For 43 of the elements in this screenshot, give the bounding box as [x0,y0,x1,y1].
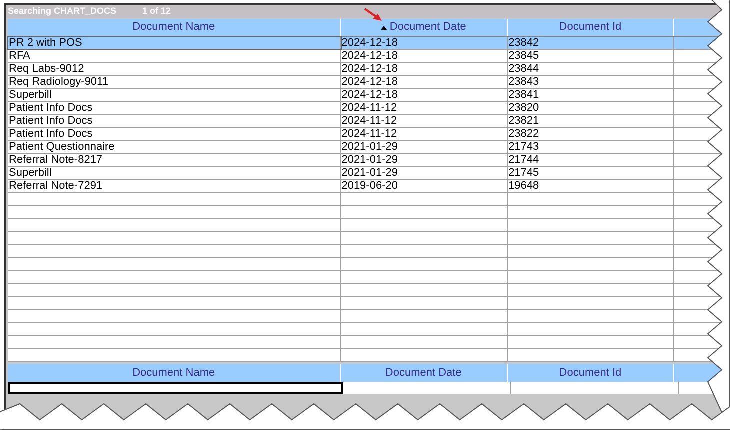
table-cell: 2024-12-18 [340,76,508,88]
window-title: Searching CHART_DOCS [8,4,117,18]
table-cell: 23844 [508,63,674,75]
table-cell: 23842 [508,37,674,49]
table-cell: 23821 [508,115,674,127]
table-cell: Patient Info Docs [8,128,341,140]
table-cell: 2024-11-12 [340,102,508,114]
table-cell: 2021-01-29 [340,141,508,153]
table-cell: Patient Info Docs [8,102,341,114]
table-cell: 23845 [508,50,674,62]
sort-ascending-icon [380,26,387,30]
table-cell: 21744 [508,154,674,166]
table-cell: 2024-12-18 [340,63,508,75]
table-cell: 23841 [508,89,674,101]
table-cell: 23820 [508,102,674,114]
column-header[interactable]: Document Id [508,19,674,36]
annotation-arrow [364,8,384,22]
column-header[interactable]: Document Name [8,19,341,36]
table-cell: 23822 [508,128,674,140]
table-cell: 2024-12-18 [340,50,508,62]
table-cell: Req Labs-9012 [8,63,341,75]
table-cell: Referral Note-8217 [8,154,341,166]
record-count: 1 of 12 [142,4,172,18]
table-cell: 21743 [508,141,674,153]
table-cell: 2021-01-29 [340,154,508,166]
table-cell: Superbill [8,89,341,101]
table-cell: 2024-11-12 [340,128,508,140]
table-cell: 2019-06-20 [340,180,508,192]
table-cell: Patient Info Docs [8,115,341,127]
table-cell: Superbill [8,167,341,179]
table-cell: 2024-12-18 [340,89,508,101]
table-cell: 2021-01-29 [340,167,508,179]
table-cell: Referral Note-7291 [8,180,341,192]
table-cell: 2024-11-12 [340,115,508,127]
filter-field[interactable] [8,382,343,394]
table-cell: RFA [8,50,341,62]
table-cell: PR 2 with POS [8,37,341,49]
table-cell: Patient Questionnaire [8,141,341,153]
table-cell: 2024-12-18 [340,37,508,49]
table-cell: 21745 [508,167,674,179]
table-cell: 19648 [508,180,674,192]
table-cell: 23843 [508,76,674,88]
table-cell: Req Radiology-9011 [8,76,341,88]
